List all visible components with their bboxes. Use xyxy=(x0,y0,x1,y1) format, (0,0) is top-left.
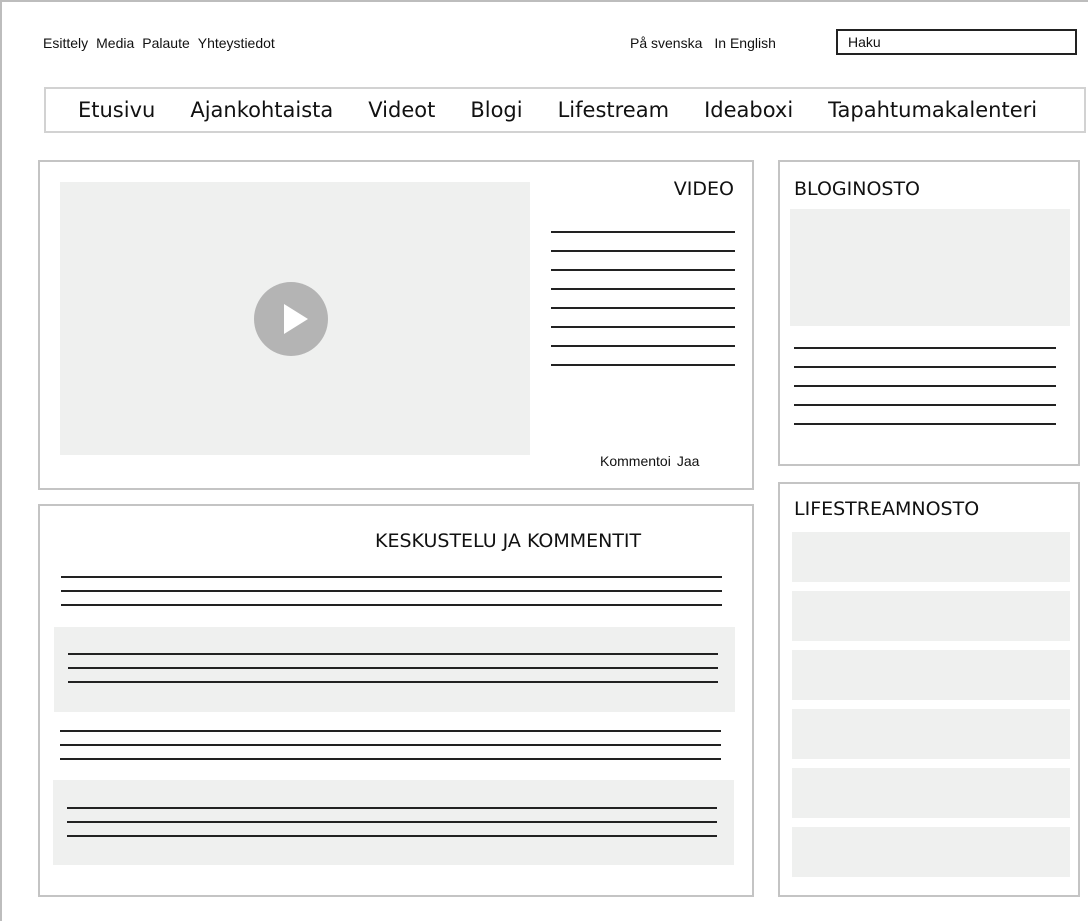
lifestream-item[interactable] xyxy=(792,827,1070,877)
text-line xyxy=(794,366,1056,368)
language-link-english[interactable]: In English xyxy=(714,35,775,51)
play-icon[interactable] xyxy=(254,282,328,356)
lifestream-title: LIFESTREAMNOSTO xyxy=(794,498,980,520)
comment-link[interactable]: Kommentoi xyxy=(600,453,671,469)
page: Esittely Media Palaute Yhteystiedot På sven… xyxy=(0,0,1088,921)
nav-item-lifestream[interactable]: Lifestream xyxy=(558,98,669,122)
blog-image[interactable] xyxy=(790,209,1070,326)
text-line xyxy=(551,326,735,328)
utility-link-esittely[interactable]: Esittely xyxy=(43,35,88,51)
text-line xyxy=(794,385,1056,387)
nav-item-tapahtumakalenteri[interactable]: Tapahtumakalenteri xyxy=(828,98,1037,122)
video-player[interactable] xyxy=(60,182,530,455)
text-line xyxy=(60,758,721,760)
text-line xyxy=(551,250,735,252)
text-line xyxy=(68,667,718,669)
text-line xyxy=(67,807,717,809)
lifestream-item[interactable] xyxy=(792,591,1070,641)
comments-panel: KESKUSTELU JA KOMMENTIT xyxy=(38,504,754,897)
lifestream-item[interactable] xyxy=(792,650,1070,700)
text-line xyxy=(551,231,735,233)
text-line xyxy=(67,821,717,823)
text-line xyxy=(551,269,735,271)
text-line xyxy=(794,423,1056,425)
comments-title: KESKUSTELU JA KOMMENTIT xyxy=(375,530,642,552)
text-line xyxy=(551,307,735,309)
lifestream-item[interactable] xyxy=(792,709,1070,759)
search-input[interactable] xyxy=(836,29,1077,55)
text-line xyxy=(68,653,718,655)
text-line xyxy=(61,590,722,592)
nav-item-ideaboxi[interactable]: Ideaboxi xyxy=(704,98,793,122)
lifestream-panel: LIFESTREAMNOSTO xyxy=(778,482,1080,897)
text-line xyxy=(68,681,718,683)
lifestream-item[interactable] xyxy=(792,768,1070,818)
text-line xyxy=(61,576,722,578)
main-nav: Etusivu Ajankohtaista Videot Blogi Lifes… xyxy=(44,87,1086,133)
blog-panel: BLOGINOSTO xyxy=(778,160,1080,466)
utility-link-yhteystiedot[interactable]: Yhteystiedot xyxy=(198,35,275,51)
lifestream-item[interactable] xyxy=(792,532,1070,582)
video-title: VIDEO xyxy=(673,178,734,200)
text-line xyxy=(551,288,735,290)
text-line xyxy=(60,744,721,746)
text-line xyxy=(551,345,735,347)
nav-item-ajankohtaista[interactable]: Ajankohtaista xyxy=(190,98,333,122)
text-line xyxy=(794,404,1056,406)
utility-link-palaute[interactable]: Palaute xyxy=(142,35,189,51)
video-actions: Kommentoi Jaa xyxy=(600,453,705,469)
video-panel: VIDEO Kommentoi Jaa xyxy=(38,160,754,490)
text-line xyxy=(551,364,735,366)
text-line xyxy=(67,835,717,837)
text-line xyxy=(794,347,1056,349)
text-line xyxy=(61,604,722,606)
language-link-swedish[interactable]: På svenska xyxy=(630,35,702,51)
utility-link-media[interactable]: Media xyxy=(96,35,134,51)
comment-box xyxy=(53,780,734,865)
utility-nav: Esittely Media Palaute Yhteystiedot xyxy=(43,35,283,51)
share-link[interactable]: Jaa xyxy=(677,453,700,469)
nav-item-blogi[interactable]: Blogi xyxy=(470,98,522,122)
comment-box xyxy=(54,627,735,712)
nav-item-etusivu[interactable]: Etusivu xyxy=(78,98,155,122)
blog-title: BLOGINOSTO xyxy=(794,178,921,200)
language-links: På svenska In English xyxy=(630,35,788,51)
nav-item-videot[interactable]: Videot xyxy=(368,98,435,122)
text-line xyxy=(60,730,721,732)
